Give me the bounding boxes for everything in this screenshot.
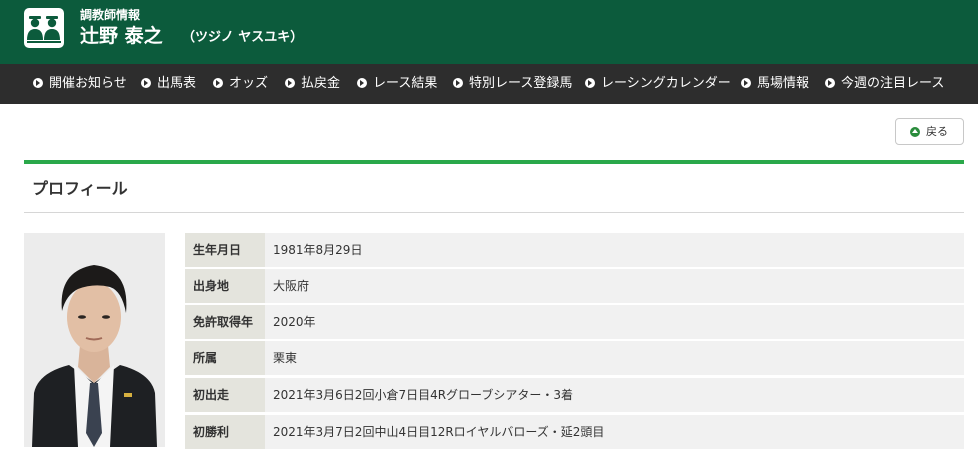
nav-item-shutsuba[interactable]: 出馬表 [141,64,196,104]
profile-label: 所属 [185,341,265,375]
nav-item-race-results[interactable]: レース結果 [357,64,437,104]
circle-arrow-up-icon [910,127,920,137]
main-nav: 開催お知らせ 出馬表 オッズ 払戻金 レース結果 特別レース登録馬 レーシングカ… [0,64,978,104]
profile-row-first-win: 初勝利 2021年3月7日2回中山4日目12Rロイヤルバローズ・延2頭目 [185,415,964,449]
profile-label: 出身地 [185,269,265,303]
nav-item-label: レーシングカレンダー [601,76,731,91]
profile-row-affiliation: 所属 栗東 [185,341,964,375]
circle-arrow-right-icon [825,78,835,88]
profile-value: 2021年3月7日2回中山4日目12Rロイヤルバローズ・延2頭目 [265,415,964,449]
circle-arrow-right-icon [213,78,223,88]
profile-row-birthplace: 出身地 大阪府 [185,269,964,303]
nav-item-kaisai[interactable]: 開催お知らせ [33,64,127,104]
nav-item-special-entries[interactable]: 特別レース登録馬 [453,64,572,104]
trainer-name: 辻野 泰之 [80,25,163,47]
nav-item-label: 馬場情報 [757,76,810,91]
circle-arrow-right-icon [285,78,295,88]
profile-value: 大阪府 [265,269,964,303]
circle-arrow-right-icon [141,78,151,88]
circle-arrow-right-icon [741,78,751,88]
profile-row-license-year: 免許取得年 2020年 [185,305,964,339]
section-divider [24,212,964,213]
profile-label: 初出走 [185,378,265,412]
back-button-label: 戻る [926,125,948,138]
profile-value: 2020年 [265,305,964,339]
back-button[interactable]: 戻る [895,118,964,145]
nav-item-label: 払戻金 [301,76,341,91]
nav-item-racing-calendar[interactable]: レーシングカレンダー [585,64,731,104]
profile-value: 2021年3月6日2回小倉7日目4Rグローブシアター・3着 [265,378,964,412]
nav-item-label: 今週の注目レース [841,76,945,91]
circle-arrow-right-icon [453,78,463,88]
nav-item-track-info[interactable]: 馬場情報 [741,64,809,104]
profile-label: 初勝利 [185,415,265,449]
circle-arrow-right-icon [585,78,595,88]
profile-label: 生年月日 [185,233,265,267]
nav-item-label: 出馬表 [157,76,197,91]
nav-item-label: レース結果 [373,76,438,91]
trainer-name-kana: （ツジノ ヤスユキ） [182,30,304,45]
nav-item-label: オッズ [229,76,269,91]
page-header: 調教師情報 辻野 泰之 （ツジノ ヤスユキ） [0,0,978,64]
trainer-logo-icon [24,8,64,48]
section-accent-rule [24,160,964,164]
nav-item-label: 開催お知らせ [49,76,127,91]
profile-label: 免許取得年 [185,305,265,339]
trainer-photo [24,233,165,447]
nav-item-odds[interactable]: オッズ [213,64,268,104]
profile-value: 栗東 [265,341,964,375]
circle-arrow-right-icon [33,78,43,88]
nav-item-haraimodoshi[interactable]: 払戻金 [285,64,340,104]
nav-item-featured-races[interactable]: 今週の注目レース [825,64,944,104]
profile-row-birthdate: 生年月日 1981年8月29日 [185,233,964,267]
circle-arrow-right-icon [357,78,367,88]
nav-item-label: 特別レース登録馬 [469,76,573,91]
profile-row-first-start: 初出走 2021年3月6日2回小倉7日目4Rグローブシアター・3着 [185,378,964,412]
section-title: プロフィール [32,179,128,198]
profile-value: 1981年8月29日 [265,233,964,267]
